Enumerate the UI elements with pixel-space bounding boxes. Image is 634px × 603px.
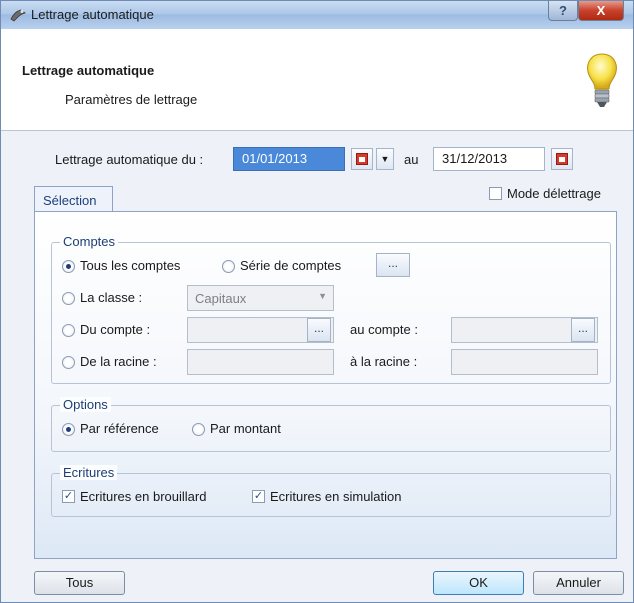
date-to-label: au <box>404 152 419 167</box>
options-group: Options Par référence Par montant <box>51 397 611 452</box>
mode-delettrage-checkbox[interactable] <box>489 187 502 200</box>
calendar-icon <box>356 153 368 165</box>
de-la-racine-input[interactable] <box>187 349 334 375</box>
calendar-to-button[interactable] <box>551 148 573 170</box>
brouillard-checkbox[interactable]: ✓ <box>62 490 75 503</box>
radio-de-la-racine[interactable] <box>62 356 75 369</box>
annuler-button[interactable]: Annuler <box>533 571 624 595</box>
help-button[interactable]: ? <box>548 1 578 21</box>
par-montant-label: Par montant <box>210 421 281 436</box>
radio-par-montant[interactable] <box>192 423 205 436</box>
dialog-header: Lettrage automatique Paramètres de lettr… <box>1 29 633 131</box>
radio-la-classe[interactable] <box>62 292 75 305</box>
options-title: Options <box>60 397 111 412</box>
serie-de-comptes-label: Série de comptes <box>240 258 342 273</box>
ecritures-group: Ecritures ✓ Ecritures en brouillard ✓ Ec… <box>51 465 611 517</box>
comptes-group: Comptes Tous les comptes Série de compte… <box>51 234 611 384</box>
tab-selection-label: Sélection <box>43 193 97 208</box>
date-from-dropdown[interactable]: ▼ <box>376 148 394 170</box>
selection-panel: Comptes Tous les comptes Série de compte… <box>34 211 617 559</box>
ok-button[interactable]: OK <box>433 571 524 595</box>
simulation-checkbox[interactable]: ✓ <box>252 490 265 503</box>
close-button[interactable]: X <box>578 1 624 21</box>
la-classe-label: La classe : <box>80 290 143 305</box>
simulation-label: Ecritures en simulation <box>270 489 402 504</box>
header-title: Lettrage automatique <box>22 63 155 78</box>
mode-delettrage-label: Mode délettrage <box>507 186 601 201</box>
au-compte-button[interactable]: ... <box>571 318 595 342</box>
radio-tous-les-comptes[interactable] <box>62 260 75 273</box>
brouillard-label: Ecritures en brouillard <box>80 489 207 504</box>
calendar-icon <box>556 153 568 165</box>
radio-du-compte[interactable] <box>62 324 75 337</box>
a-la-racine-input[interactable] <box>451 349 598 375</box>
comptes-title: Comptes <box>60 234 119 249</box>
date-from-input[interactable]: 01/01/2013 <box>233 147 345 171</box>
date-to-input[interactable]: 31/12/2013 <box>433 147 545 171</box>
du-compte-button[interactable]: ... <box>307 318 331 342</box>
ecritures-title: Ecritures <box>60 465 118 480</box>
header-subtitle: Paramètres de lettrage <box>65 92 198 107</box>
la-classe-value: Capitaux <box>195 291 247 306</box>
serie-de-comptes-button[interactable]: ... <box>376 253 410 277</box>
radio-par-reference[interactable] <box>62 423 75 436</box>
date-from-label: Lettrage automatique du : <box>55 152 204 167</box>
tab-selection[interactable]: Sélection <box>34 186 113 212</box>
par-reference-label: Par référence <box>80 421 159 436</box>
a-la-racine-label: à la racine : <box>350 354 418 369</box>
chevron-down-icon: ▼ <box>318 291 327 301</box>
au-compte-label: au compte : <box>350 322 418 337</box>
title-bar: Lettrage automatique ? X <box>1 1 633 29</box>
la-classe-select[interactable]: Capitaux ▼ <box>187 285 334 311</box>
tous-les-comptes-label: Tous les comptes <box>80 258 181 273</box>
dialog-window: Lettrage automatique ? X Lettrage automa… <box>0 0 634 603</box>
tous-button[interactable]: Tous <box>34 571 125 595</box>
de-la-racine-label: De la racine : <box>80 354 157 369</box>
app-icon <box>10 9 26 22</box>
window-title: Lettrage automatique <box>31 7 154 22</box>
du-compte-label: Du compte : <box>80 322 151 337</box>
calendar-from-button[interactable] <box>351 148 373 170</box>
lightbulb-icon <box>587 53 617 107</box>
radio-serie-de-comptes[interactable] <box>222 260 235 273</box>
